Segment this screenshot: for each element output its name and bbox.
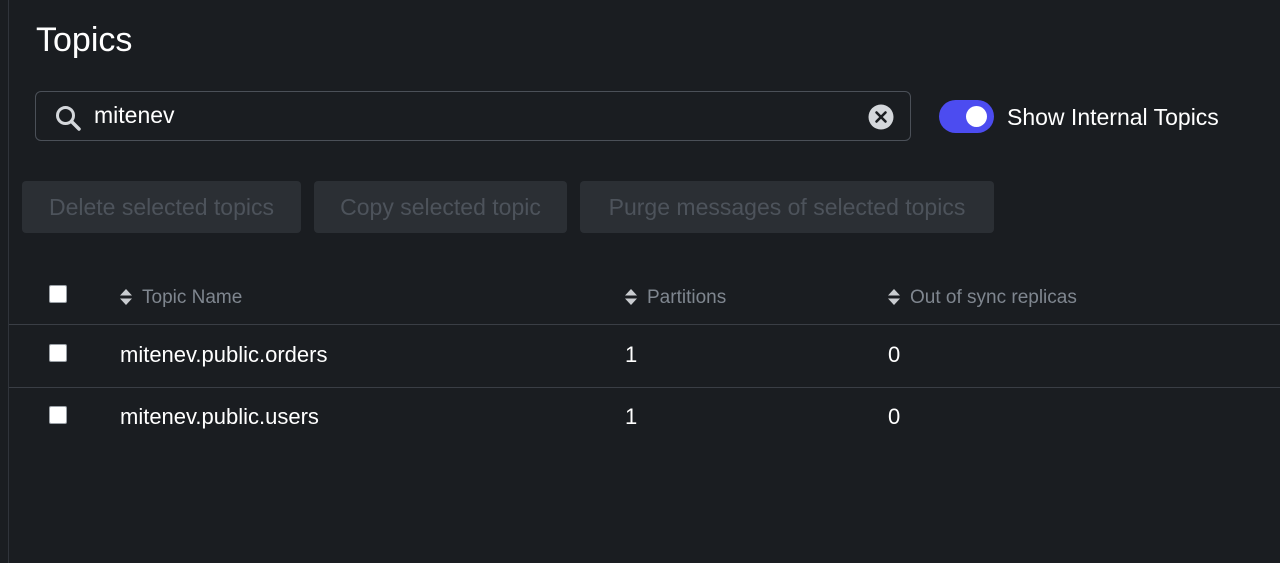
column-header-label: Out of sync replicas [910, 287, 1077, 308]
table-row: mitenev.public.orders 1 0 [9, 325, 1280, 387]
table-row: mitenev.public.users 1 0 [9, 387, 1280, 449]
clear-search-icon[interactable] [868, 104, 894, 130]
column-header-topic-name[interactable]: Topic Name [119, 284, 242, 312]
row-checkbox[interactable] [49, 344, 67, 362]
partitions-cell: 1 [625, 342, 638, 367]
sort-icon [120, 289, 132, 305]
toggle-knob [966, 106, 987, 127]
show-internal-topics-label: Show Internal Topics [1007, 104, 1219, 130]
page-title: Topics [36, 21, 133, 59]
show-internal-topics-toggle[interactable] [939, 100, 994, 133]
column-header-label: Partitions [647, 287, 727, 308]
topics-page: Topics Show Internal Topics Delete selec… [0, 0, 1280, 563]
search-input[interactable] [94, 92, 854, 139]
search-box[interactable] [35, 91, 911, 141]
sort-icon [625, 289, 637, 305]
sort-icon [888, 289, 900, 305]
column-header-label: Topic Name [142, 287, 243, 308]
topic-name-link[interactable]: mitenev.public.users [120, 403, 319, 431]
delete-selected-topics-button[interactable]: Delete selected topics [22, 181, 301, 233]
out-of-sync-cell: 0 [888, 342, 901, 367]
column-header-out-of-sync-replicas[interactable]: Out of sync replicas [887, 284, 1077, 312]
column-header-partitions[interactable]: Partitions [624, 284, 726, 312]
search-icon [56, 106, 81, 131]
sidebar-divider [8, 0, 9, 563]
purge-messages-button[interactable]: Purge messages of selected topics [580, 181, 994, 233]
row-checkbox[interactable] [49, 406, 67, 424]
out-of-sync-cell: 0 [888, 404, 901, 429]
copy-selected-topic-button[interactable]: Copy selected topic [314, 181, 567, 233]
topic-name-link[interactable]: mitenev.public.orders [120, 341, 327, 369]
select-all-checkbox[interactable] [49, 285, 67, 303]
partitions-cell: 1 [625, 404, 638, 429]
